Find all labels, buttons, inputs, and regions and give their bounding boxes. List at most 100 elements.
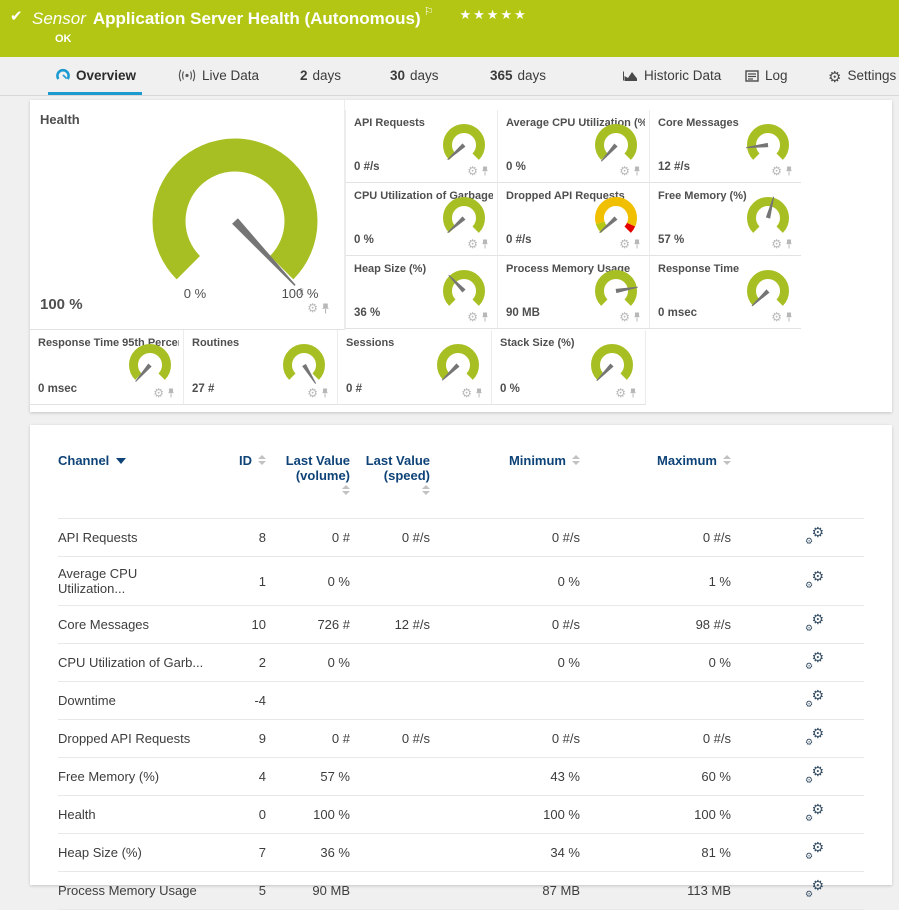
- tab-settings[interactable]: ⚙Settings: [828, 57, 896, 95]
- channel-settings-icon[interactable]: ⚙⚙: [806, 767, 824, 783]
- gauge-value: 57 %: [658, 234, 684, 246]
- table-row[interactable]: Free Memory (%) 4 57 % 43 % 60 % ⚙⚙: [58, 758, 864, 796]
- cell-channel[interactable]: Core Messages: [58, 606, 208, 644]
- gauge-tile-health: Health x̄ 0 % 100 % 100 % ⚙: [30, 100, 345, 330]
- pin-icon[interactable]: [785, 312, 793, 322]
- cell-last-value-speed: [350, 682, 430, 720]
- channel-settings-icon[interactable]: ⚙⚙: [806, 881, 824, 897]
- table-row[interactable]: Heap Size (%) 7 36 % 34 % 81 % ⚙⚙: [58, 834, 864, 872]
- object-kind-label: Sensor: [32, 9, 86, 28]
- table-row[interactable]: Downtime -4 ⚙⚙: [58, 682, 864, 720]
- table-row[interactable]: Health 0 100 % 100 % 100 % ⚙⚙: [58, 796, 864, 834]
- cell-channel[interactable]: Health: [58, 796, 208, 834]
- sort-icon: [572, 455, 580, 465]
- flag-icon[interactable]: ⚐: [424, 6, 434, 18]
- channel-settings-icon[interactable]: ⚙⚙: [806, 843, 824, 859]
- gear-icon[interactable]: ⚙: [467, 311, 478, 323]
- cell-id: 10: [208, 606, 266, 644]
- channel-settings-icon[interactable]: ⚙⚙: [806, 653, 824, 669]
- cell-channel[interactable]: Process Memory Usage: [58, 872, 208, 910]
- gear-icon[interactable]: ⚙: [619, 165, 630, 177]
- gear-icon[interactable]: ⚙: [307, 302, 318, 314]
- status-ok-check-icon: ✔: [10, 7, 23, 25]
- cell-channel[interactable]: Dropped API Requests: [58, 720, 208, 758]
- cell-channel[interactable]: Average CPU Utilization...: [58, 557, 208, 606]
- tab-2-days[interactable]: 2days: [300, 57, 341, 95]
- gauge-value: 0 #/s: [506, 234, 532, 246]
- channel-settings-icon[interactable]: ⚙⚙: [806, 805, 824, 821]
- gauge-value: 0 %: [500, 383, 520, 395]
- tab-live-data[interactable]: Live Data: [178, 57, 259, 95]
- column-header-last-value-volume[interactable]: Last Value(volume): [266, 447, 350, 519]
- tab-label: days: [518, 68, 547, 83]
- pin-icon[interactable]: [321, 388, 329, 398]
- tab-365-days[interactable]: 365days: [490, 57, 546, 95]
- column-header-maximum[interactable]: Maximum: [580, 447, 731, 519]
- channel-settings-icon[interactable]: ⚙⚙: [806, 528, 824, 544]
- pin-icon[interactable]: [167, 388, 175, 398]
- gauge-value: 0 msec: [38, 383, 77, 395]
- gauge-value: 0 %: [506, 161, 526, 173]
- table-row[interactable]: Core Messages 10 726 # 12 #/s 0 #/s 98 #…: [58, 606, 864, 644]
- pin-icon[interactable]: [633, 166, 641, 176]
- cell-channel[interactable]: API Requests: [58, 519, 208, 557]
- gear-icon[interactable]: ⚙: [467, 238, 478, 250]
- gear-icon[interactable]: ⚙: [467, 165, 478, 177]
- gear-icon[interactable]: ⚙: [307, 387, 318, 399]
- cell-channel[interactable]: CPU Utilization of Garb...: [58, 644, 208, 682]
- gauge-value: 27 #: [192, 383, 214, 395]
- table-row[interactable]: Dropped API Requests 9 0 # 0 #/s 0 #/s 0…: [58, 720, 864, 758]
- gauge-tile: Process Memory Usage 90 MB ⚙: [497, 256, 649, 329]
- sort-icon: [422, 485, 430, 495]
- gear-icon[interactable]: ⚙: [771, 238, 782, 250]
- column-header-minimum[interactable]: Minimum: [430, 447, 580, 519]
- cell-minimum: 0 #/s: [430, 606, 580, 644]
- cell-channel[interactable]: Heap Size (%): [58, 834, 208, 872]
- channel-settings-icon[interactable]: ⚙⚙: [806, 572, 824, 588]
- pin-icon[interactable]: [785, 239, 793, 249]
- pin-icon[interactable]: [629, 388, 637, 398]
- pin-icon[interactable]: [475, 388, 483, 398]
- tab-log[interactable]: Log: [745, 57, 788, 95]
- small-gauges-grid: API Requests 0 #/s ⚙ Average CPU Utiliza…: [345, 110, 802, 329]
- gear-icon[interactable]: ⚙: [461, 387, 472, 399]
- tab-label: Historic Data: [644, 68, 721, 83]
- column-header-channel[interactable]: Channel: [58, 447, 208, 519]
- cell-last-value-speed: 12 #/s: [350, 606, 430, 644]
- cell-channel[interactable]: Free Memory (%): [58, 758, 208, 796]
- pin-icon[interactable]: [321, 303, 330, 314]
- column-label: Last Value: [350, 453, 430, 468]
- gauge-tile: Free Memory (%) 57 % ⚙: [649, 183, 801, 256]
- pin-icon[interactable]: [633, 239, 641, 249]
- gear-icon[interactable]: ⚙: [771, 311, 782, 323]
- table-row[interactable]: Process Memory Usage 5 90 MB 87 MB 113 M…: [58, 872, 864, 910]
- pin-icon[interactable]: [633, 312, 641, 322]
- priority-stars[interactable]: ★★★★★: [460, 7, 528, 22]
- column-header-id[interactable]: ID: [208, 447, 266, 519]
- tab-overview[interactable]: Overview: [56, 57, 136, 95]
- gear-icon[interactable]: ⚙: [615, 387, 626, 399]
- table-row[interactable]: API Requests 8 0 # 0 #/s 0 #/s 0 #/s ⚙⚙: [58, 519, 864, 557]
- gauge-value: 0 #: [346, 383, 362, 395]
- gear-icon[interactable]: ⚙: [619, 238, 630, 250]
- gear-icon[interactable]: ⚙: [153, 387, 164, 399]
- channel-settings-icon[interactable]: ⚙⚙: [806, 615, 824, 631]
- cell-maximum: 100 %: [580, 796, 731, 834]
- table-row[interactable]: Average CPU Utilization... 1 0 % 0 % 1 %…: [58, 557, 864, 606]
- cell-id: 9: [208, 720, 266, 758]
- gear-icon[interactable]: ⚙: [771, 165, 782, 177]
- pin-icon[interactable]: [481, 312, 489, 322]
- pin-icon[interactable]: [481, 239, 489, 249]
- channel-settings-icon[interactable]: ⚙⚙: [806, 691, 824, 707]
- cell-channel[interactable]: Downtime: [58, 682, 208, 720]
- column-header-last-value-speed[interactable]: Last Value(speed): [350, 447, 430, 519]
- tab-historic-data[interactable]: Historic Data: [622, 57, 721, 95]
- tab-30-days[interactable]: 30days: [390, 57, 439, 95]
- tab-label: 30: [390, 68, 405, 83]
- chart-icon: [622, 59, 638, 97]
- gear-icon[interactable]: ⚙: [619, 311, 630, 323]
- table-row[interactable]: CPU Utilization of Garb... 2 0 % 0 % 0 %…: [58, 644, 864, 682]
- channel-settings-icon[interactable]: ⚙⚙: [806, 729, 824, 745]
- pin-icon[interactable]: [785, 166, 793, 176]
- pin-icon[interactable]: [481, 166, 489, 176]
